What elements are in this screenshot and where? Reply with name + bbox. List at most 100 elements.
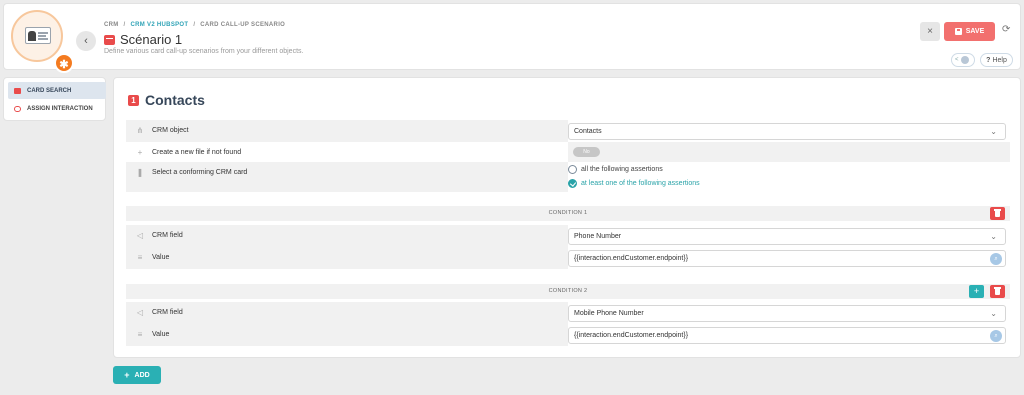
create-file-row: + Create a new file if not found No (126, 142, 1010, 162)
contact-card-icon (25, 27, 51, 44)
value-cell: {{interaction.endCustomer.endpoint}} ⌕ (568, 247, 1010, 269)
crm-object-label: CRM object (152, 127, 189, 134)
refresh-icon[interactable]: ⟳ (1002, 24, 1010, 35)
panel-toggle[interactable]: < (951, 53, 975, 67)
condition-2-value-input[interactable]: {{interaction.endCustomer.endpoint}} ⌕ (568, 327, 1006, 344)
condition-1-field-row: ◁ CRM field Phone Number ⌄ (126, 225, 1010, 247)
field-value: Phone Number (574, 233, 622, 240)
plus-icon: + (124, 370, 130, 380)
condition-title: CONDITION 2 (548, 288, 588, 294)
field-label-wrap: ◁ CRM field (134, 231, 183, 240)
crm-field-label: CRM field (152, 232, 183, 239)
field-value: Mobile Phone Number (574, 310, 644, 317)
condition-title: CONDITION 1 (548, 210, 588, 216)
add-condition-button[interactable]: + (969, 285, 984, 298)
add-button[interactable]: + ADD (113, 366, 161, 384)
sidebar: CARD SEARCH ASSIGN INTERACTION (3, 77, 106, 121)
crm-object-value: Contacts (574, 128, 602, 135)
value-text: {{interaction.endCustomer.endpoint}} (574, 332, 689, 339)
chevron-down-icon: ⌄ (990, 232, 997, 241)
breadcrumb-crm[interactable]: CRM (104, 22, 119, 28)
add-label: ADD (134, 371, 150, 379)
condition-2-field-select[interactable]: Mobile Phone Number ⌄ (568, 305, 1006, 322)
sidebar-item-assign-interaction[interactable]: ASSIGN INTERACTION (8, 100, 106, 117)
chevron-down-icon: ⌄ (990, 309, 997, 318)
link-icon (14, 105, 21, 112)
speaker-icon: ◁ (136, 231, 144, 240)
crm-object-select[interactable]: Contacts ⌄ (568, 123, 1006, 140)
sidebar-item-label: CARD SEARCH (27, 87, 72, 94)
breadcrumb: CRM / CRM V2 HUBSPOT / CARD CALL-UP SCEN… (104, 22, 285, 28)
radio-all-assertions[interactable]: all the following assertions (568, 165, 663, 174)
create-file-label: Create a new file if not found (152, 149, 242, 156)
speaker-icon: ◁ (136, 308, 144, 317)
field-cell: Mobile Phone Number ⌄ (568, 302, 1010, 324)
value-text: {{interaction.endCustomer.endpoint}} (574, 255, 689, 262)
lines-icon: ≡ (137, 253, 143, 262)
pin-icon: ❚ (136, 168, 144, 177)
scenario-icon (104, 34, 115, 45)
help-label: Help (992, 56, 1007, 64)
value-label-wrap: ≡ Value (134, 330, 170, 339)
title-row: Scénario 1 (104, 32, 182, 47)
sidebar-item-card-search[interactable]: CARD SEARCH (8, 82, 106, 99)
save-icon (954, 28, 962, 35)
field-label-wrap: ◁ CRM field (134, 308, 183, 317)
breadcrumb-crm-v2-hubspot[interactable]: CRM V2 HUBSPOT (130, 22, 188, 28)
save-label: SAVE (965, 28, 985, 35)
create-file-toggle[interactable]: No (573, 147, 600, 157)
crm-object-cell: Contacts ⌄ (568, 120, 1010, 142)
create-file-cell: No (568, 142, 1010, 162)
card-search-icon (14, 87, 21, 94)
section-number: 1 (128, 94, 139, 106)
search-icon[interactable]: ⌕ (990, 330, 1002, 342)
sidebar-item-label: ASSIGN INTERACTION (27, 105, 93, 112)
breadcrumb-separator: / (193, 22, 196, 28)
value-label-wrap: ≡ Value (134, 253, 170, 262)
section-title: Contacts (145, 92, 205, 108)
close-button[interactable]: × (920, 22, 940, 41)
plus-icon: + (137, 148, 143, 157)
conforming-card-row: ❚ Select a conforming CRM card all the f… (126, 162, 1010, 192)
condition-1-field-select[interactable]: Phone Number ⌄ (568, 228, 1006, 245)
condition-2-value-row: ≡ Value {{interaction.endCustomer.endpoi… (126, 324, 1010, 346)
condition-1-value-row: ≡ Value {{interaction.endCustomer.endpoi… (126, 247, 1010, 269)
value-label: Value (152, 331, 170, 338)
object-tree-icon: ⋔ (136, 126, 144, 135)
back-button[interactable]: ‹ (76, 31, 96, 51)
crm-field-label: CRM field (152, 309, 183, 316)
crm-card-logo: ✱ (11, 10, 74, 73)
page-title: Scénario 1 (120, 32, 183, 47)
help-icon: ? (986, 56, 991, 64)
condition-1-header: CONDITION 1 (126, 206, 1010, 221)
hubspot-icon: ✱ (54, 53, 74, 73)
conforming-label-wrap: ❚ Select a conforming CRM card (134, 168, 248, 177)
check-icon (568, 179, 577, 188)
conforming-label: Select a conforming CRM card (152, 169, 248, 176)
crm-object-label-wrap: ⋔ CRM object (134, 126, 189, 135)
assertion-options: all the following assertions at least on… (568, 162, 1010, 192)
radio-at-least-one-assertion[interactable]: at least one of the following assertions (568, 179, 700, 188)
breadcrumb-card-call-up: CARD CALL-UP SCENARIO (200, 22, 286, 28)
radio-circle (568, 165, 577, 174)
field-cell: Phone Number ⌄ (568, 225, 1010, 247)
delete-condition-2-button[interactable] (990, 285, 1005, 298)
save-button[interactable]: SAVE (944, 22, 995, 41)
help-button[interactable]: ? Help (980, 53, 1013, 67)
delete-condition-1-button[interactable] (990, 207, 1005, 220)
chevron-down-icon: ⌄ (990, 127, 997, 136)
page-header: ✱ ‹ CRM / CRM V2 HUBSPOT / CARD CALL-UP … (3, 3, 1021, 73)
search-icon[interactable]: ⌕ (990, 253, 1002, 265)
main-panel: 1 Contacts ⋔ CRM object Contacts ⌄ + Cre… (113, 77, 1021, 358)
breadcrumb-separator: / (123, 22, 126, 28)
condition-1-value-input[interactable]: {{interaction.endCustomer.endpoint}} ⌕ (568, 250, 1006, 267)
toggle-dot-icon (960, 56, 969, 64)
radio-label: at least one of the following assertions (581, 180, 700, 187)
section-header: 1 Contacts (128, 92, 205, 108)
condition-2-header: CONDITION 2 + (126, 284, 1010, 299)
crm-object-row: ⋔ CRM object Contacts ⌄ (126, 120, 1010, 142)
value-cell: {{interaction.endCustomer.endpoint}} ⌕ (568, 324, 1010, 346)
radio-label: all the following assertions (581, 166, 663, 173)
toggle-label: No (583, 149, 590, 155)
value-label: Value (152, 254, 170, 261)
